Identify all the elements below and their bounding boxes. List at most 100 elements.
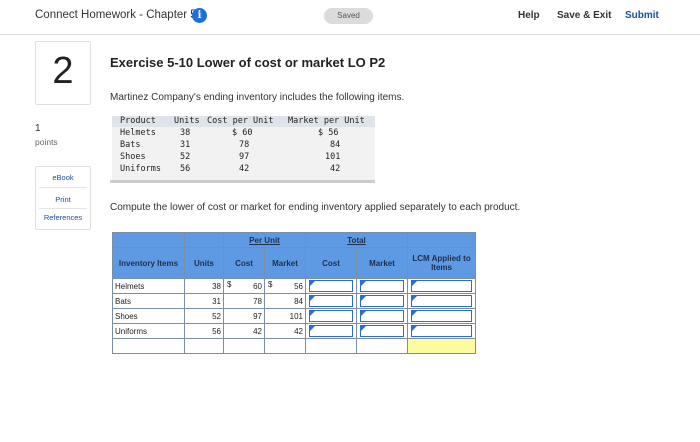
item-unit-cost: $60 (223, 278, 265, 294)
item-unit-market: $56 (263, 278, 307, 294)
given-market: $ 56 (318, 128, 339, 138)
item-units: 56 (184, 323, 224, 339)
total-cost-cell (305, 323, 358, 339)
lcm-worksheet: Per Unit Total Inventory Items Units Cos… (112, 232, 477, 354)
total-cost-input[interactable] (309, 325, 354, 337)
total-market-cell (356, 323, 409, 339)
info-icon[interactable]: i (192, 8, 207, 23)
ebook-link[interactable]: eBook (36, 173, 90, 182)
empty-cell (263, 338, 307, 354)
given-units: 56 (180, 164, 191, 174)
per-unit-label: Per Unit (249, 235, 280, 245)
item-unit-cost: 97 (223, 308, 265, 324)
item-name: Helmets (112, 278, 185, 294)
exercise-title: Exercise 5-10 Lower of cost or market LO… (110, 55, 386, 70)
table-row: Shoes 52 97 101 (112, 308, 477, 324)
given-product: Shoes (120, 152, 146, 162)
totals-row (112, 338, 477, 354)
given-market: 84 (330, 140, 341, 150)
total-cost-input[interactable] (309, 310, 354, 322)
empty-cell (305, 338, 358, 354)
lcm-input[interactable] (411, 310, 473, 322)
given-market: 42 (330, 164, 341, 174)
lcm-input[interactable] (411, 295, 473, 307)
divider (39, 187, 87, 188)
total-cost-cell (305, 293, 358, 309)
given-cost: 78 (239, 140, 250, 150)
total-label: Total (347, 235, 366, 245)
top-bar: Connect Homework - Chapter 5 i Saved Hel… (0, 0, 700, 35)
table-row: Helmets 38 $60 $56 (112, 278, 477, 294)
given-product: Uniforms (120, 164, 161, 174)
submit-button[interactable]: Submit (625, 10, 659, 21)
divider (39, 208, 87, 209)
total-market-cell (356, 308, 409, 324)
total-cost-input[interactable] (309, 295, 354, 307)
given-table-divider (110, 180, 375, 183)
given-header-product: Product (120, 116, 156, 126)
total-market-input[interactable] (360, 325, 405, 337)
empty-cell (184, 338, 224, 354)
given-units: 38 (180, 128, 191, 138)
total-market-input[interactable] (360, 310, 405, 322)
lcm-input[interactable] (411, 280, 473, 292)
item-name: Shoes (112, 308, 185, 324)
total-header: Total (305, 232, 409, 248)
item-unit-market: 42 (263, 323, 307, 339)
total-cost-cell (305, 308, 358, 324)
col-total-cost: Cost (305, 247, 358, 279)
given-product: Helmets (120, 128, 156, 138)
lcm-cell (407, 308, 477, 324)
points-label: points (35, 137, 58, 147)
total-market-cell (356, 293, 409, 309)
blank-header (184, 232, 224, 248)
given-header-units: Units (174, 116, 200, 126)
given-cost: 42 (239, 164, 250, 174)
help-button[interactable]: Help (518, 10, 540, 21)
given-header-cost: Cost per Unit (207, 116, 274, 126)
given-market: 101 (325, 152, 341, 162)
resource-links: eBook Print References (35, 166, 91, 230)
unit-cost-value: 60 (253, 281, 262, 291)
col-inventory-items: Inventory Items (112, 247, 185, 279)
save-exit-button[interactable]: Save & Exit (557, 10, 611, 21)
col-unit-cost: Cost (223, 247, 265, 279)
blank-header (112, 232, 185, 248)
item-units: 52 (184, 308, 224, 324)
given-data-table: Product Units Cost per Unit Market per U… (112, 116, 375, 182)
lcm-cell (407, 293, 477, 309)
col-units: Units (184, 247, 224, 279)
blank-header (407, 232, 477, 248)
question-number-box: 2 (35, 41, 91, 105)
lcm-input[interactable] (411, 325, 473, 337)
lcm-total-cell (407, 338, 477, 354)
col-unit-market: Market (263, 247, 307, 279)
exercise-instructions: Compute the lower of cost or market for … (110, 202, 521, 213)
table-row: Bats 31 78 84 (112, 293, 477, 309)
total-market-cell (356, 278, 409, 294)
item-unit-cost: 78 (223, 293, 265, 309)
given-cost: 97 (239, 152, 250, 162)
given-cost: $ 60 (232, 128, 253, 138)
print-link[interactable]: Print (36, 195, 90, 204)
unit-market-value: 56 (294, 281, 304, 291)
total-market-input[interactable] (360, 280, 405, 292)
empty-cell (223, 338, 265, 354)
question-number: 2 (52, 50, 74, 92)
col-total-market: Market (356, 247, 409, 279)
references-link[interactable]: References (36, 213, 90, 222)
total-cost-input[interactable] (309, 280, 354, 292)
given-header-market: Market per Unit (288, 116, 365, 126)
total-market-input[interactable] (360, 295, 405, 307)
given-product: Bats (120, 140, 141, 150)
given-units: 31 (180, 140, 191, 150)
col-lcm-applied: LCM Applied to Items (407, 247, 477, 279)
assignment-title: Connect Homework - Chapter 5 (35, 9, 197, 21)
currency-symbol: $ (268, 280, 273, 289)
lcm-cell (407, 278, 477, 294)
item-units: 31 (184, 293, 224, 309)
item-unit-market: 101 (263, 308, 307, 324)
item-unit-cost: 42 (223, 323, 265, 339)
table-row: Uniforms 56 42 42 (112, 323, 477, 339)
total-cost-cell (305, 278, 358, 294)
